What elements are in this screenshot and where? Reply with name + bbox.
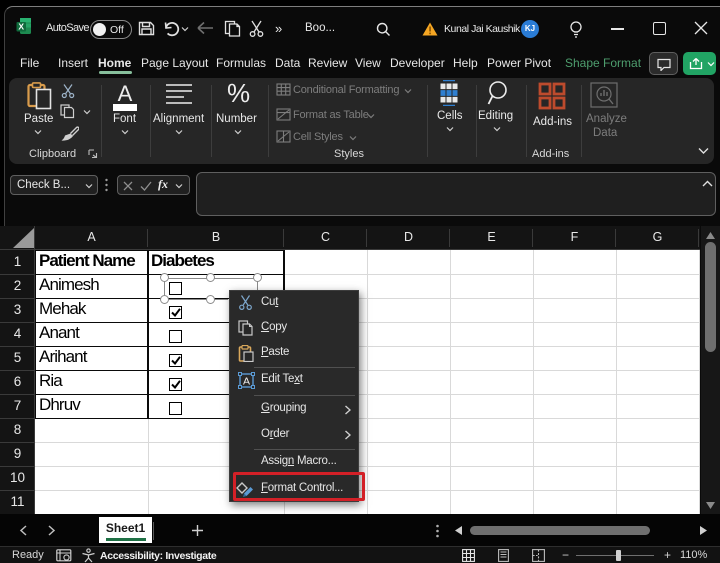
svg-text:A: A [243, 376, 250, 388]
svg-text:A: A [118, 81, 133, 106]
svg-text:X: X [18, 22, 24, 32]
